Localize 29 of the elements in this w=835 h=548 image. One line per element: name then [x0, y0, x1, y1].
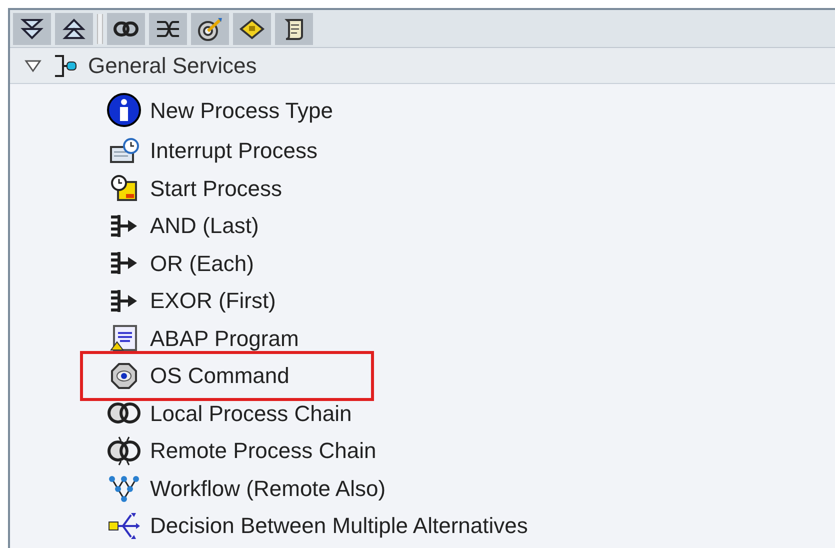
target-dart-icon [197, 16, 223, 40]
process-type-item[interactable]: OR (Each) [150, 246, 254, 280]
toolbar-separator [97, 14, 103, 44]
process-type-item[interactable]: Remote Process Chain [150, 434, 376, 468]
expand-toggle-icon[interactable] [24, 58, 42, 72]
flow-button[interactable] [149, 12, 187, 44]
process-type-item[interactable]: Interrupt Process [150, 134, 318, 168]
process-type-item[interactable]: New Process Type [150, 94, 334, 126]
process-type-item[interactable]: AND (Last) [150, 209, 259, 242]
process-type-item[interactable]: OS Command [150, 359, 290, 392]
group-label[interactable]: General Services [88, 49, 257, 82]
double-chevron-down-icon [20, 18, 44, 40]
process-type-item[interactable]: Decision Between Multiple Alternatives [150, 509, 528, 542]
process-type-item[interactable]: EXOR (First) [150, 284, 276, 318]
scroll-button[interactable] [275, 12, 313, 44]
target-button[interactable] [191, 12, 229, 44]
process-type-item[interactable]: Start Process [150, 172, 282, 205]
collapse-all-button[interactable] [55, 12, 93, 44]
scroll-icon [282, 16, 306, 40]
package-button[interactable] [233, 12, 271, 44]
info-icon [104, 92, 144, 128]
process-type-item[interactable]: ABAP Program [150, 322, 299, 355]
chain-button[interactable] [107, 12, 145, 44]
process-type-item[interactable]: Local Process Chain [150, 396, 352, 430]
process-type-item[interactable]: Workflow (Remote Also) [150, 472, 386, 505]
chain-link-icon [113, 20, 139, 36]
double-chevron-up-icon [62, 18, 86, 40]
expand-all-button[interactable] [13, 12, 51, 44]
package-icon [239, 18, 265, 40]
